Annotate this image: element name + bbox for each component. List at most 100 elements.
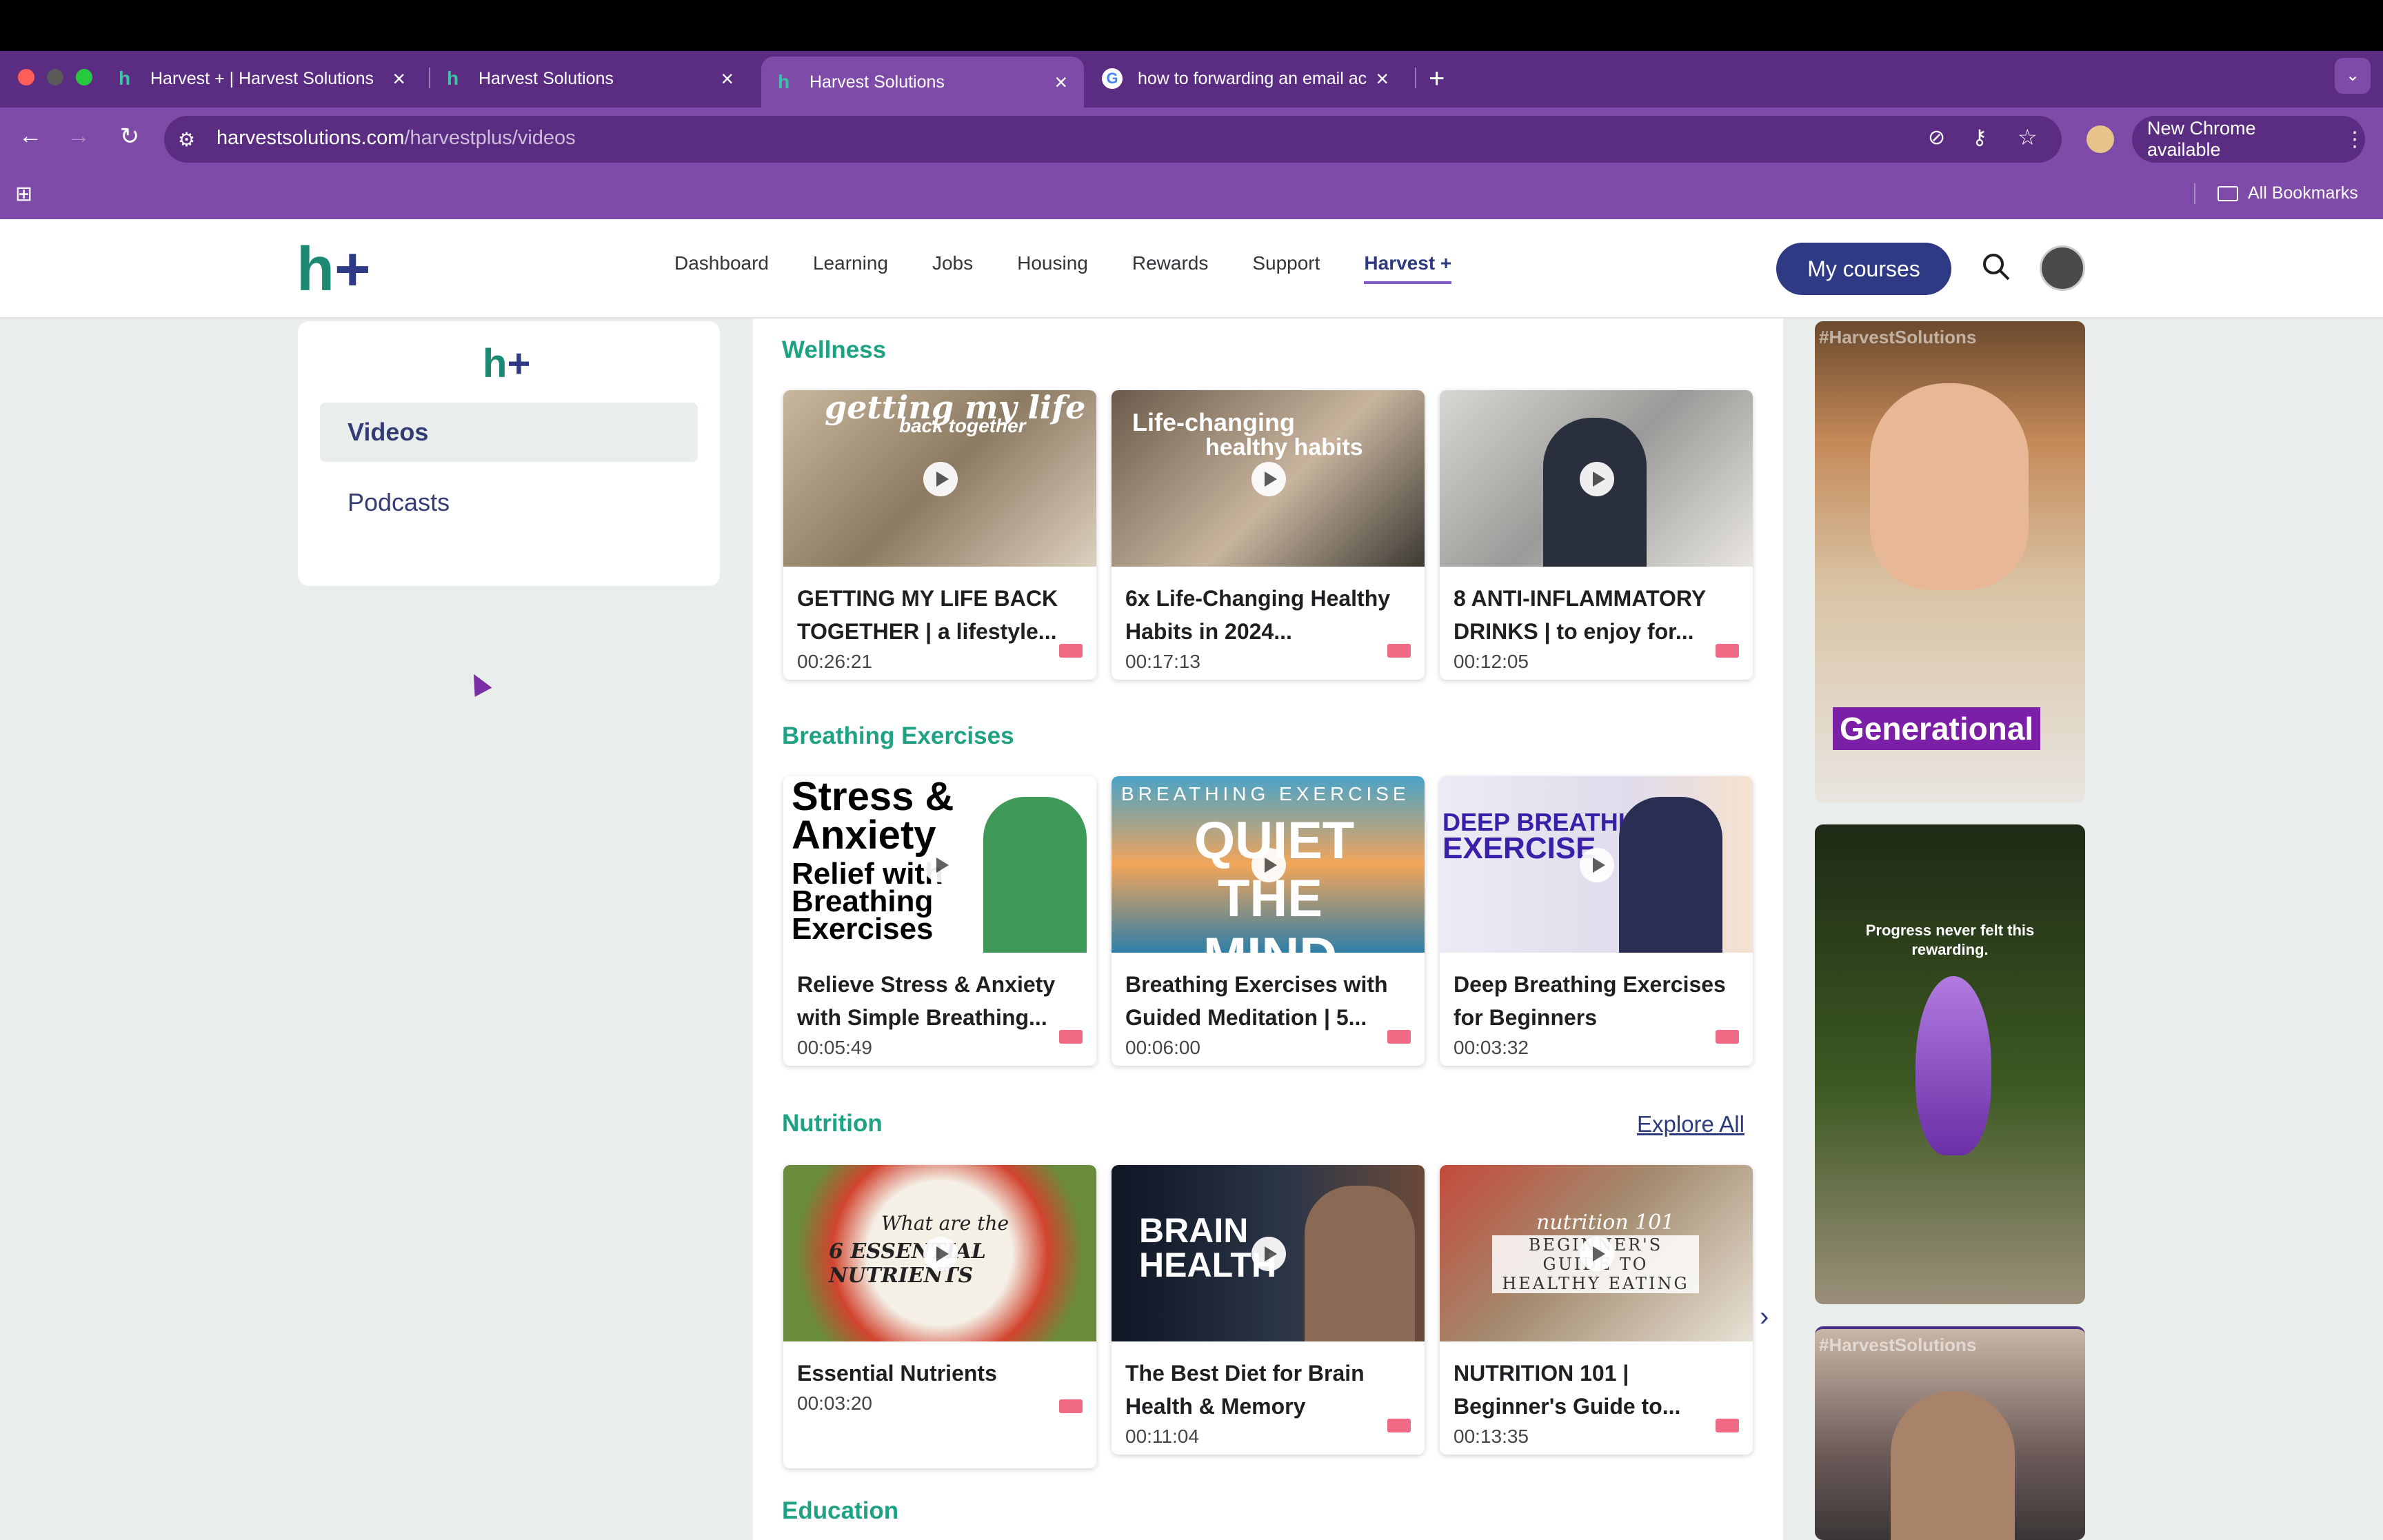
promo-video-3[interactable]: #HarvestSolutions: [1815, 1326, 2085, 1540]
play-icon[interactable]: [1251, 848, 1286, 882]
thumbnail-subtext: back together: [899, 415, 1026, 436]
user-avatar[interactable]: [2040, 245, 2085, 291]
nav-housing[interactable]: Housing: [1017, 252, 1088, 284]
arrow-left-icon: ←: [19, 123, 42, 149]
browser-tab-3-active[interactable]: h Harvest Solutions ×: [761, 57, 1084, 108]
promo-video-1[interactable]: #HarvestSolutions Generational: [1815, 321, 2085, 802]
star-icon[interactable]: ☆: [2018, 124, 2038, 150]
url-path: /harvestplus/videos: [404, 127, 576, 149]
section-title-nutrition: Nutrition: [782, 1110, 883, 1137]
close-window-button[interactable]: [18, 69, 34, 85]
bookmark-separator: [2194, 183, 2195, 204]
browser-tab-2[interactable]: h Harvest Solutions ×: [447, 57, 750, 101]
video-thumbnail: BRAIN HEALTH: [1112, 1165, 1425, 1341]
video-duration: 00:11:04: [1125, 1426, 1199, 1447]
browser-tab-4[interactable]: G how to forwarding an email ac ×: [1102, 57, 1405, 101]
close-tab-icon[interactable]: ×: [392, 66, 405, 92]
video-card[interactable]: DEEP BREATHING EXERCISE Deep Breathing E…: [1440, 776, 1753, 1066]
site-logo[interactable]: h+: [296, 239, 371, 301]
video-card[interactable]: nutrition 101 BEGINNER'S GUIDE TO HEALTH…: [1440, 1165, 1753, 1455]
sidebar-item-videos[interactable]: Videos: [320, 403, 698, 462]
close-tab-icon[interactable]: ×: [1054, 70, 1067, 95]
explore-all-link[interactable]: Explore All: [1637, 1111, 1744, 1137]
video-card[interactable]: 8 ANTI-INFLAMMATORY DRINKS | to enjoy fo…: [1440, 390, 1753, 680]
harvest-favicon-icon: h: [778, 71, 790, 92]
ticket-icon: [1716, 1030, 1739, 1044]
presenter-face: [1870, 383, 2029, 590]
video-thumbnail: getting my life back together: [783, 390, 1096, 567]
video-card[interactable]: BRAIN HEALTH The Best Diet for Brain Hea…: [1112, 1165, 1425, 1455]
play-icon[interactable]: [1251, 1237, 1286, 1271]
play-icon[interactable]: [1580, 1237, 1614, 1271]
carousel-next-chevron-icon[interactable]: ›: [1760, 1301, 1769, 1333]
tab-title: Harvest Solutions: [479, 68, 614, 88]
video-duration: 00:26:21: [797, 651, 872, 672]
section-title-breathing: Breathing Exercises: [782, 722, 1014, 749]
all-bookmarks-button[interactable]: All Bookmarks: [2218, 183, 2358, 203]
new-chrome-button[interactable]: New Chrome available ⋮: [2132, 116, 2365, 163]
section-title-education: Education: [782, 1497, 899, 1524]
play-icon[interactable]: [923, 848, 958, 882]
video-card[interactable]: BREATHING EXERCISE QUIET THE MIND Breath…: [1112, 776, 1425, 1066]
thumbnail-text: QUIET THE MIND: [1194, 811, 1355, 953]
nav-harvest-plus[interactable]: Harvest +: [1364, 252, 1452, 284]
nav-learning[interactable]: Learning: [813, 252, 888, 284]
sidebar-item-podcasts[interactable]: Podcasts: [320, 473, 698, 532]
thumbnail-subtext: EXERCISE: [1442, 831, 1596, 865]
promo-caption: Progress never felt this rewarding.: [1865, 922, 2035, 958]
arrow-right-icon: →: [67, 123, 90, 149]
browser-tab-1[interactable]: h Harvest + | Harvest Solutions ×: [119, 57, 422, 101]
minimize-window-button[interactable]: [47, 69, 63, 85]
video-title: Breathing Exercises with Guided Meditati…: [1125, 972, 1388, 1030]
close-tab-icon[interactable]: ×: [1376, 66, 1389, 92]
sidebar-item-label: Videos: [348, 418, 429, 446]
main-nav: Dashboard Learning Jobs Housing Rewards …: [674, 252, 1452, 284]
my-courses-button[interactable]: My courses: [1776, 243, 1951, 295]
ticket-icon: [1387, 644, 1411, 658]
video-title: 6x Life-Changing Healthy Habits in 2024.…: [1125, 586, 1391, 644]
thumbnail-text: Stress & Anxiety: [792, 776, 954, 858]
video-title: The Best Diet for Brain Health & Memory: [1125, 1361, 1365, 1419]
reload-icon: ↻: [119, 123, 140, 150]
nav-jobs[interactable]: Jobs: [932, 252, 973, 284]
play-icon[interactable]: [1251, 462, 1286, 496]
site-settings-icon[interactable]: ⚙: [178, 128, 195, 151]
play-icon[interactable]: [1580, 848, 1614, 882]
reload-button[interactable]: ↻: [116, 123, 143, 150]
apps-grid-icon[interactable]: ⊞: [15, 182, 32, 206]
nav-dashboard[interactable]: Dashboard: [674, 252, 769, 284]
presenter-face: [1891, 1391, 2015, 1540]
nav-rewards[interactable]: Rewards: [1132, 252, 1208, 284]
video-card[interactable]: Life-changing healthy habits 6x Life-Cha…: [1112, 390, 1425, 680]
video-duration: 00:03:20: [797, 1392, 872, 1414]
forward-button[interactable]: →: [65, 123, 92, 150]
promo-caption: Generational: [1833, 707, 2041, 750]
search-icon[interactable]: [1980, 251, 2012, 286]
ticket-icon: [1059, 644, 1083, 658]
google-favicon-icon: G: [1102, 68, 1123, 89]
new-tab-button[interactable]: +: [1429, 57, 1456, 101]
key-icon[interactable]: ⚷: [1972, 125, 1987, 150]
play-icon[interactable]: [923, 462, 958, 496]
plus-icon: +: [1429, 63, 1445, 94]
close-tab-icon[interactable]: ×: [721, 66, 734, 92]
video-thumbnail: nutrition 101 BEGINNER'S GUIDE TO HEALTH…: [1440, 1165, 1753, 1341]
tab-search-button[interactable]: ⌄: [2335, 58, 2371, 94]
video-card[interactable]: Stress & Anxiety Relief with Breathing E…: [783, 776, 1096, 1066]
nav-support[interactable]: Support: [1252, 252, 1320, 284]
eye-off-icon[interactable]: ⊘: [1928, 125, 1945, 150]
video-card[interactable]: What are the 6 ESSENTIAL NUTRIENTS Essen…: [783, 1165, 1096, 1468]
video-card[interactable]: getting my life back together GETTING MY…: [783, 390, 1096, 680]
play-icon[interactable]: [1580, 462, 1614, 496]
thumbnail-subtext: What are the: [881, 1212, 1009, 1235]
video-duration: 00:17:13: [1125, 651, 1200, 672]
url-text[interactable]: harvestsolutions.com/harvestplus/videos: [217, 127, 576, 150]
maximize-window-button[interactable]: [76, 69, 92, 85]
back-button[interactable]: ←: [17, 123, 44, 150]
tab-title: Harvest + | Harvest Solutions: [150, 68, 374, 88]
profile-avatar-icon[interactable]: [2087, 125, 2114, 153]
bookmarks-bar: [0, 170, 2383, 219]
video-title: Deep Breathing Exercises for Beginners: [1454, 972, 1726, 1030]
promo-video-2[interactable]: Progress never felt this rewarding.: [1815, 824, 2085, 1304]
play-icon[interactable]: [923, 1237, 958, 1271]
